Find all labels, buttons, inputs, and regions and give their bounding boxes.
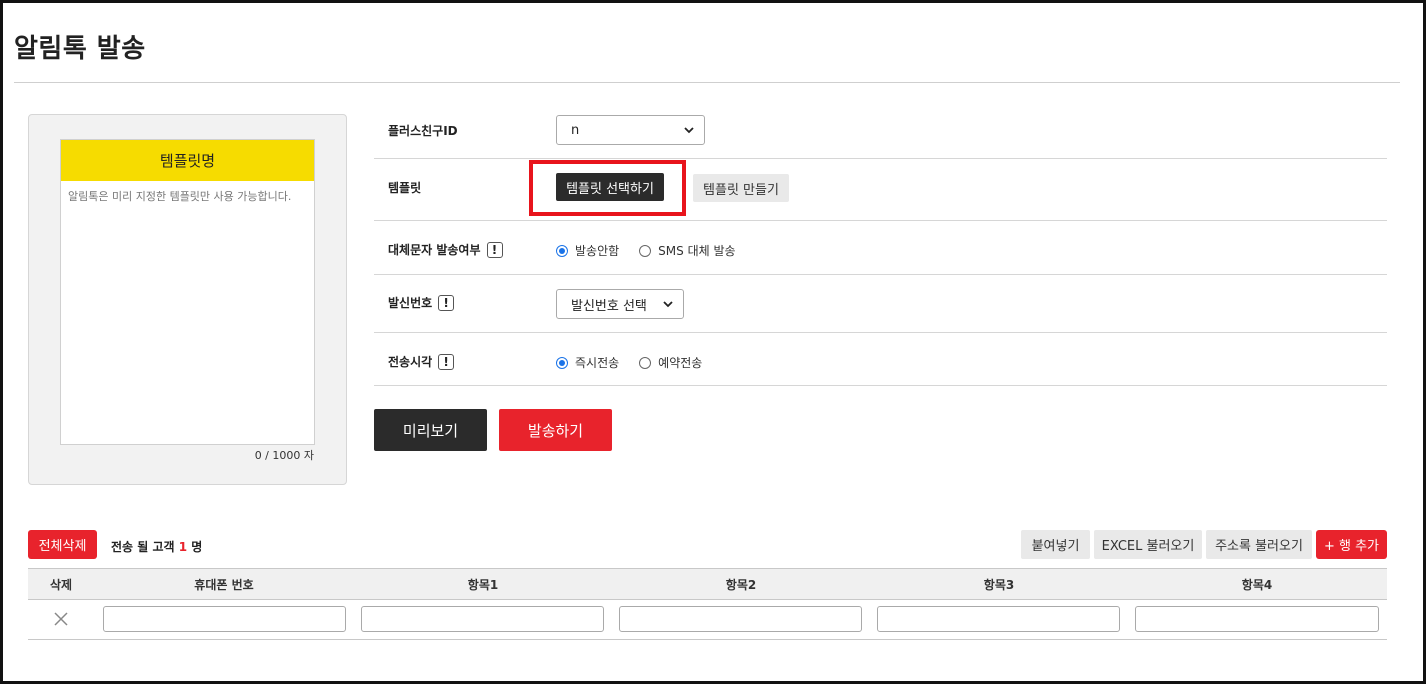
send-time-radio-group: 즉시전송 예약전송 [556, 354, 722, 371]
item2-input[interactable] [619, 606, 862, 632]
template-preview-panel: 템플릿명 알림톡은 미리 지정한 템플릿만 사용 가능합니다. 0 / 1000… [28, 114, 347, 485]
title-divider [14, 82, 1400, 83]
template-body-text: 알림톡은 미리 지정한 템플릿만 사용 가능합니다. [68, 190, 292, 203]
column-item4: 항목4 [1241, 577, 1273, 592]
phone-number-input[interactable] [103, 606, 346, 632]
radio-empty-icon [639, 356, 652, 369]
create-template-button[interactable]: 템플릿 만들기 [693, 174, 789, 202]
item3-input[interactable] [877, 606, 1120, 632]
radio-empty-icon [639, 244, 652, 257]
send-time-option-scheduled[interactable]: 예약전송 [639, 354, 702, 371]
plus-friend-select[interactable]: n [556, 115, 705, 145]
addressbook-import-button[interactable]: 주소록 불러오기 [1206, 530, 1312, 559]
info-icon[interactable]: ! [438, 294, 455, 311]
template-preview-card: 템플릿명 알림톡은 미리 지정한 템플릿만 사용 가능합니다. [60, 139, 315, 445]
item4-input[interactable] [1135, 606, 1379, 632]
fallback-label: 대체문자 발송여부 ! [388, 241, 503, 258]
select-template-button[interactable]: 템플릿 선택하기 [556, 173, 664, 201]
column-delete: 삭제 [49, 577, 73, 592]
page-title: 알림톡 발송 [14, 34, 146, 64]
preview-button[interactable]: 미리보기 [374, 409, 487, 451]
delete-all-button[interactable]: 전체삭제 [28, 530, 97, 559]
sender-label: 발신번호 ! [388, 294, 455, 311]
chevron-down-icon [663, 301, 673, 308]
chevron-down-icon [684, 127, 694, 134]
radio-selected-icon [556, 356, 568, 369]
template-name-header: 템플릿명 [61, 140, 314, 181]
sender-number-select[interactable]: 발신번호 선택 [556, 289, 684, 319]
column-item1: 항목1 [467, 577, 499, 592]
template-label: 템플릿 [388, 181, 422, 195]
recipients-table-header: 삭제 휴대폰 번호 항목1 항목2 항목3 항목4 [28, 568, 1387, 600]
column-item3: 항목3 [983, 577, 1015, 592]
send-button[interactable]: 발송하기 [499, 409, 612, 451]
column-item2: 항목2 [725, 577, 757, 592]
excel-import-button[interactable]: EXCEL 불러오기 [1094, 530, 1202, 559]
table-row [28, 600, 1387, 640]
plus-friend-label: 플러스친구ID [388, 124, 458, 138]
plus-friend-row: 플러스친구ID n [374, 114, 1387, 159]
info-icon[interactable]: ! [438, 353, 455, 370]
send-time-option-now[interactable]: 즉시전송 [556, 354, 619, 371]
template-row: 템플릿 템플릿 선택하기 템플릿 만들기 [374, 159, 1387, 221]
radio-selected-icon [556, 244, 568, 257]
fallback-option-sms[interactable]: SMS 대체 발송 [639, 242, 736, 259]
add-row-button[interactable]: + 행 추가 [1316, 530, 1387, 559]
fallback-radio-group: 발송안함 SMS 대체 발송 [556, 242, 756, 259]
fallback-row: 대체문자 발송여부 ! 발송안함 SMS 대체 발송 [374, 221, 1387, 275]
sender-row: 발신번호 ! 발신번호 선택 [374, 275, 1387, 333]
fallback-option-none[interactable]: 발송안함 [556, 242, 619, 259]
column-phone: 휴대폰 번호 [194, 577, 254, 592]
close-icon[interactable] [53, 611, 69, 627]
paste-button[interactable]: 붙여넣기 [1021, 530, 1090, 559]
character-counter: 0 / 1000 자 [254, 449, 314, 462]
item1-input[interactable] [361, 606, 604, 632]
recipient-count: 전송 될 고객 1 명 [111, 540, 203, 554]
info-icon[interactable]: ! [486, 241, 503, 258]
send-time-label: 전송시각 ! [388, 353, 455, 370]
send-time-row: 전송시각 ! 즉시전송 예약전송 [374, 333, 1387, 386]
